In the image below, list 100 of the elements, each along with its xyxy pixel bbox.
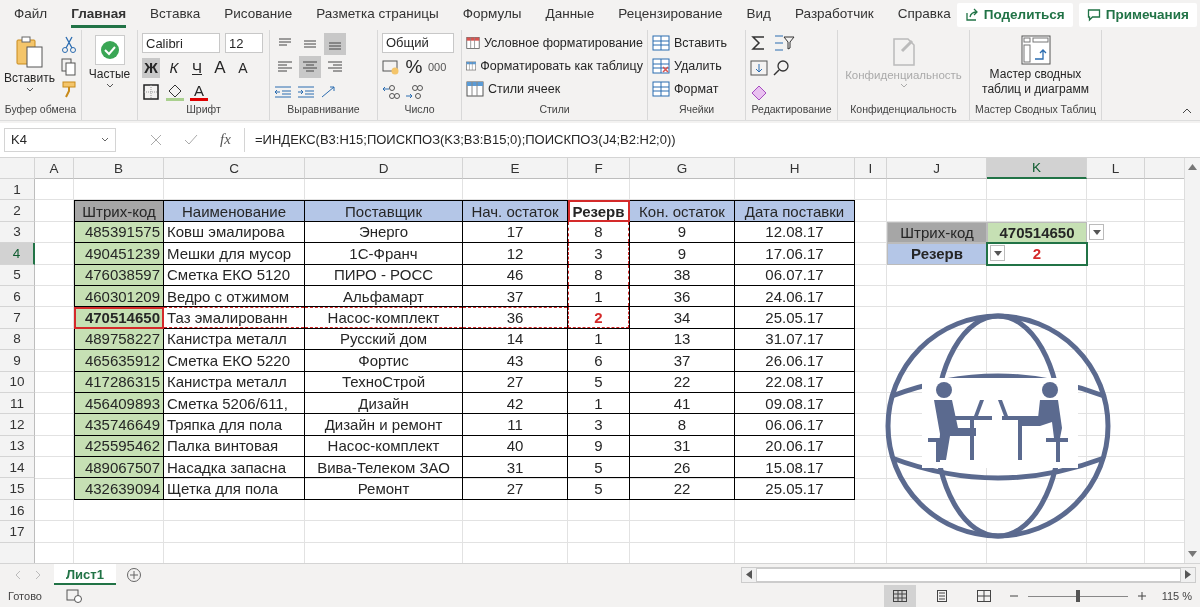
row-header[interactable]: 17 [0, 521, 35, 543]
number-format-field[interactable]: Общий [382, 32, 454, 53]
row-header[interactable]: 12 [0, 414, 35, 436]
decimal-icon[interactable] [382, 83, 400, 100]
ribbon-tab[interactable]: Файл [14, 1, 48, 29]
scroll-left-icon[interactable] [746, 570, 752, 579]
styles-button[interactable]: Форматировать как таблицу [466, 55, 643, 76]
paste-button[interactable]: Вставить [4, 32, 55, 103]
formula-field[interactable]: =ИНДЕКС(B3:H15;ПОИСКПОЗ(K3;B3:B15;0);ПОИСКПОЗ(J4;B2:H2;0)) [244, 127, 1196, 152]
horizontal-scrollbar[interactable] [741, 566, 1196, 583]
table-cell: 8 [568, 221, 630, 244]
fill-bucket-icon[interactable] [165, 82, 185, 101]
name-box[interactable]: K4 [4, 127, 116, 152]
column-header[interactable]: I [855, 158, 887, 179]
zoom-in-icon[interactable] [1138, 592, 1146, 600]
font-size-field[interactable]: 12 [225, 33, 263, 54]
fill-down-icon[interactable] [750, 58, 768, 77]
scroll-right-icon[interactable] [1185, 570, 1191, 579]
column-header[interactable]: B [74, 158, 164, 179]
dropdown-button[interactable] [1089, 224, 1104, 240]
function-button[interactable]: fx [220, 131, 231, 149]
column-header[interactable]: A [35, 158, 74, 179]
row-header[interactable]: 8 [0, 328, 35, 351]
font-color-button[interactable]: A [190, 82, 208, 101]
row-header[interactable]: 16 [0, 499, 35, 522]
ribbon-tab[interactable]: Справка [897, 1, 951, 29]
row-header[interactable]: 13 [0, 435, 35, 458]
column-header[interactable]: J [887, 158, 987, 179]
brush-icon[interactable] [61, 79, 77, 98]
font-style-button[interactable]: К [165, 57, 183, 78]
currency-icon[interactable] [382, 58, 400, 75]
check-icon[interactable] [184, 133, 198, 146]
zoom-out-icon[interactable] [1010, 592, 1018, 600]
thousands-button[interactable]: 000 [428, 56, 447, 77]
search-icon[interactable] [773, 58, 791, 77]
column-header[interactable]: H [735, 158, 855, 179]
table-cell: 465635912 [74, 350, 164, 372]
align-button[interactable] [324, 32, 346, 55]
align-button[interactable] [299, 55, 321, 78]
row-header[interactable]: 6 [0, 285, 35, 308]
scroll-down-icon[interactable] [1188, 551, 1197, 557]
row-header[interactable]: 10 [0, 371, 35, 393]
scroll-up-icon[interactable] [1188, 164, 1197, 170]
row-header[interactable]: 15 [0, 478, 35, 500]
row-header[interactable]: 7 [0, 307, 35, 329]
cancel-icon[interactable] [150, 133, 162, 146]
column-header[interactable]: F [568, 158, 630, 179]
cells-button[interactable]: Удалить [652, 55, 741, 76]
column-header[interactable]: K [987, 158, 1087, 179]
ribbon-tab[interactable]: Вставка [150, 1, 201, 29]
sheet-tab[interactable]: Лист1 [54, 564, 116, 585]
column-header[interactable]: E [463, 158, 568, 179]
font-style-button[interactable]: Ж [142, 57, 160, 78]
view-button[interactable] [884, 585, 916, 607]
pivot-wizard-button[interactable]: Мастер сводных таблиц и диаграмм [974, 32, 1097, 103]
styles-button[interactable]: Стили ячеек [466, 78, 643, 99]
ribbon-tab[interactable]: Разработчик [795, 1, 874, 29]
scissors-icon[interactable] [61, 35, 77, 54]
column-header[interactable]: L [1087, 158, 1145, 179]
styles-button[interactable]: Условное форматирование [466, 32, 643, 53]
font-style-button[interactable]: Ч [188, 57, 206, 78]
ribbon-tab[interactable]: Рисование [224, 1, 293, 29]
row-header[interactable]: 1 [0, 179, 35, 201]
cells-button[interactable]: Формат [652, 78, 741, 99]
frequent-button[interactable]: Частые [86, 32, 133, 120]
share-button[interactable]: Поделиться [956, 2, 1073, 27]
row-header[interactable]: 9 [0, 350, 35, 372]
borders-icon[interactable] [142, 82, 160, 101]
add-sheet-icon[interactable] [125, 566, 142, 583]
sort-filter-icon[interactable] [773, 34, 795, 53]
ribbon-tab[interactable]: Главная [71, 1, 127, 29]
orientation-icon[interactable] [320, 84, 338, 99]
grow-font-button[interactable]: A [211, 57, 229, 78]
ribbon-tab[interactable]: Формулы [462, 1, 522, 29]
ribbon-tab[interactable]: Данные [545, 1, 595, 29]
collapse-icon[interactable] [1182, 107, 1192, 114]
percent-button[interactable]: % [405, 56, 423, 77]
copy-icon[interactable] [61, 57, 77, 76]
font-name-field[interactable]: Calibri [142, 33, 220, 54]
row-header[interactable]: 11 [0, 392, 35, 415]
accessibility-icon[interactable] [65, 589, 82, 603]
cells-button[interactable]: Вставить [652, 32, 741, 53]
ribbon-tab[interactable]: Вид [746, 1, 771, 29]
ribbon-tab[interactable]: Рецензирование [618, 1, 723, 29]
shrink-font-button[interactable]: A [234, 57, 252, 78]
column-header[interactable]: G [630, 158, 735, 179]
decimal-icon[interactable] [405, 83, 423, 100]
zoom-level[interactable]: 115 % [1156, 590, 1192, 602]
row-header[interactable]: 14 [0, 457, 35, 479]
row-header[interactable]: 5 [0, 264, 35, 286]
column-header[interactable]: D [305, 158, 463, 179]
table-cell: 27 [463, 371, 568, 393]
table-cell: 6 [568, 350, 630, 372]
column-header[interactable]: C [164, 158, 305, 179]
row-header[interactable]: 3 [0, 221, 35, 244]
ribbon-tab[interactable]: Разметка страницы [316, 1, 439, 29]
row-header[interactable]: 4 [0, 243, 35, 265]
row-header[interactable]: 2 [0, 200, 35, 222]
dropdown-button[interactable] [990, 245, 1005, 261]
comments-button[interactable]: Примечания [1078, 2, 1197, 27]
